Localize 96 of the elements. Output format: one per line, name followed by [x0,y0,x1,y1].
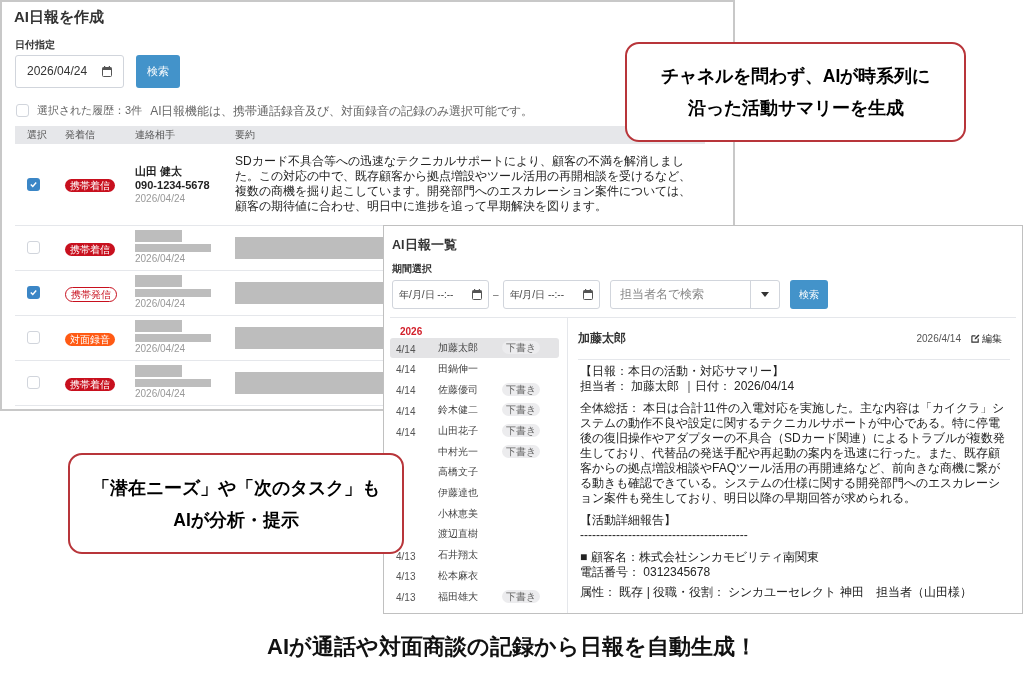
entry-name: 田鍋伸一 [438,361,479,376]
redaction-bar [135,275,182,287]
selection-count: 選択された履歴：3件 [37,103,143,119]
summary-text: SDカード不具合等への迅速なテクニカルサポートにより、顧客の不満を解消しました。この対応の中で、既存顧客から拠点増設やツール活用の再開相談を受けるなど、複数の商機を掘り起こしています。開発部門へのエスカレーション案件については、顧客の期待値に合わせ、明日中に進捗を追って早期解決を図ります。 [235,154,692,214]
entry-name: 中村光一 [438,444,479,459]
redaction-bar [135,230,182,242]
note-text: AI日報機能は、携帯通話録音及び、対面録音の記録のみ選択可能です。 [150,102,534,120]
report-text: ■ 顧客名：株式会社シンカモビリティ南関東 [580,549,820,565]
contact-name: 山田 健太 [135,163,183,178]
report-list-item[interactable]: 4/14 田鍋伸一 [390,358,559,379]
select-all-checkbox[interactable] [16,104,29,117]
page-title: AI日報一覧 [392,237,458,254]
call-type-badge: 携帯着信 [65,179,115,192]
entry-name: 小林恵美 [438,506,479,521]
call-type-badge: 対面録音 [65,332,115,346]
draft-badge: 下書き [502,382,540,396]
report-text: 【活動詳細報告】 [580,512,677,528]
entry-date: 4/14 [396,364,416,376]
contact-date: 2026/04/24 [135,191,187,205]
report-text: 電話番号： 0312345678 [580,564,712,580]
report-list-item[interactable]: 4/13 福田雄大 下書き [390,586,559,606]
page-title: AI日報を作成 [14,7,105,27]
report-date: 2026/4/14 [916,331,961,346]
entry-name: 鈴木健二 [438,403,479,418]
datetime-field[interactable]: 年/月/日 --:-- [502,279,600,309]
entry-name: 山田花子 [438,424,479,438]
row-checkbox[interactable] [27,241,40,254]
callout-text: チャネルを問わず、AIが時系列に 沿った活動サマリーを生成 [660,65,931,120]
call-type-badge: 携帯着信 [65,377,115,391]
draft-badge: 下書き [502,403,540,417]
datetime-field[interactable]: 年/月/日 --:-- [392,279,489,309]
field-label: 期間選択 [392,261,433,276]
redaction-bar [135,320,182,332]
column-header: 要約 [235,128,256,142]
report-text: ------------------------------------------ [580,527,749,543]
row-checkbox[interactable] [27,286,40,299]
entry-name: 石井翔太 [438,548,479,563]
field-label: 日付指定 [15,37,56,52]
edit-button[interactable]: 編集 [971,330,1002,346]
report-list-item[interactable]: 4/13 石井翔太 [390,544,559,565]
row-checkbox[interactable] [27,177,40,191]
staff-select-field[interactable]: 担当者名で検索 [609,279,780,309]
report-text: 属性： 既存 | 役職・役割： シンカユーセレクト 神田 担当者（山田様） [580,584,973,600]
range-separator: – [493,287,499,302]
contact-date: 2026/04/24 [135,297,187,310]
draft-badge: 下書き [502,589,540,603]
date-field[interactable]: 2026/04/24 [15,54,124,88]
contact-date: 2026/04/24 [135,342,187,355]
row-checkbox[interactable] [27,376,40,389]
check-icon [29,288,38,297]
redaction-bar [135,365,182,377]
entry-name: 福田雄大 [438,589,479,604]
edit-icon [971,333,980,343]
report-list-item[interactable]: 4/14 佐藤優司 下書き [390,379,559,400]
report-text: 担当者： 加藤太郎 ｜日付： 2026/04/14 [580,378,796,394]
draft-badge: 下書き [502,341,540,355]
column-header: 連絡相手 [135,128,176,142]
draft-badge: 下書き [502,444,540,458]
report-list-item[interactable]: 4/14 鈴木健二 下書き [390,399,559,420]
entry-date: 4/14 [396,426,416,438]
callout-text: 「潜在ニーズ」や「次のタスク」も AIが分析・提示 [92,476,380,532]
entry-date: 4/14 [396,343,416,355]
entry-name: 伊藤達也 [438,486,479,501]
phone-number: 090-1234-5678 [135,177,211,192]
caption-text: AIが通話や対面商談の記録から日報を自動生成！ [266,633,758,661]
row-checkbox[interactable] [27,331,40,344]
contact-date: 2026/04/24 [135,252,187,265]
calendar-icon [472,288,482,300]
call-type-badge: 携帯着信 [65,242,115,256]
entry-name: 高橋文子 [438,465,479,480]
check-icon [29,179,38,189]
entry-date: 4/13 [396,571,416,583]
report-list-item[interactable]: 4/14 加藤太郎 下書き [390,337,559,358]
entry-name: 加藤太郎 [438,341,479,356]
entry-name: 佐藤優司 [438,382,479,397]
report-author: 加藤太郎 [578,330,626,348]
entry-date: 4/14 [396,385,416,397]
contact-date: 2026/04/24 [135,387,187,400]
entry-date: 4/13 [396,550,416,562]
report-list-item[interactable]: 4/14 山田花子 下書き [390,420,559,441]
entry-date: 4/13 [396,592,416,603]
entry-date: 4/14 [396,405,416,417]
calendar-icon [582,288,593,300]
column-header: 発着信 [65,128,96,142]
entry-name: 渡辺直樹 [438,527,479,542]
year-heading: 2026 [400,325,424,338]
column-header: 選択 [26,128,48,142]
report-text: 【日報：本日の活動・対応サマリー】 [580,363,785,379]
call-type-badge: 携帯発信 [65,286,117,302]
report-text: 全体総括： 本日は合計11件の入電対応を実施した。主な内容は「カイクラ」システムの動作不良や設定に関するテクニカルサポートが中心である。特に停電後の復旧操作やアダプターの不具合（SDカード関連）によるトラブルが複数発生しており、代替品の発送手配や再起動の案内を迅速に行った。また、既存顧客からの拠点増設相談やFAQツール活用の再開連絡など、前向きな商機に繋がる動きも確認できている。システムの仕様に関する開発部門へのエスカレーション案件も発生しており、明日以降の早期回答が求められる。 [580,400,1006,506]
report-list-item[interactable]: 4/13 松本麻衣 [390,565,559,586]
caret-down-icon [760,291,769,297]
draft-badge: 下書き [502,424,540,437]
report-list-item[interactable]: 中村光一 下書き [390,441,559,462]
entry-name: 松本麻衣 [438,568,479,583]
calendar-icon [102,65,112,77]
